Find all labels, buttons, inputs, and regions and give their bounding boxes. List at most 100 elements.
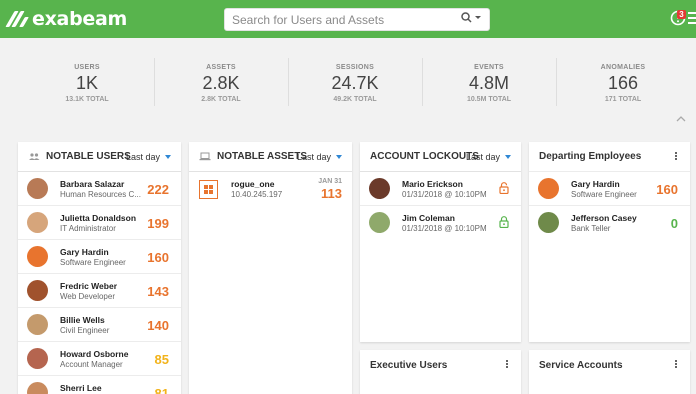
avatar [538,178,559,199]
card-header: Executive Users [360,350,521,380]
user-title: Software Engineer [571,190,637,199]
search-icon [461,12,472,23]
risk-score: 85 [154,352,169,367]
user-row[interactable]: Fredric Weber Web Developer 143 [18,274,181,308]
user-name: Sherri Lee [60,383,102,393]
more-options-icon[interactable] [506,360,509,370]
user-row[interactable]: Julietta Donaldson IT Administrator 199 [18,206,181,240]
menu-icon[interactable] [688,12,696,24]
notable-users-card: NOTABLE USERS Last day Barbara Salazar H… [18,142,181,394]
avatar [27,212,48,233]
user-title: IT Administrator [60,224,116,233]
stat-total: 2.8K TOTAL [201,96,241,103]
stat-total: 13.1K TOTAL [65,96,109,103]
logo[interactable]: exabeam [5,8,127,30]
user-row[interactable]: Billie Wells Civil Engineer 140 [18,308,181,342]
caret-down-icon [505,155,511,159]
card-header: ACCOUNT LOCKOUTS Last day [360,142,521,172]
card-title: Departing Employees [539,151,642,162]
user-title: Account Manager [60,360,123,369]
stat-label: ASSETS [206,64,236,71]
card-title: ACCOUNT LOCKOUTS [370,151,479,162]
caret-down-icon [165,155,171,159]
user-row[interactable]: Sherri Lee 81 [18,376,181,394]
user-name: Howard Osborne [60,349,129,359]
stat-total: 49.2K TOTAL [333,96,377,103]
users-icon [29,152,40,160]
risk-score: 81 [154,386,169,394]
user-title: Software Engineer [60,258,126,267]
avatar [27,314,48,335]
notable-assets-card: NOTABLE ASSETS Last day rogue_one 10.40.… [189,142,352,394]
stat-events[interactable]: EVENTS 4.8M 10.5M TOTAL [422,64,556,103]
user-row[interactable]: Gary Hardin Software Engineer 160 [18,240,181,274]
unlock-icon[interactable] [499,182,509,194]
risk-score: 199 [147,216,169,231]
top-bar: exabeam 3 [0,0,696,38]
time-range-dropdown[interactable]: Last day [466,152,511,162]
time-range-label: Last day [125,152,160,162]
user-row[interactable]: Barbara Salazar Human Resources C... 222 [18,172,181,206]
logo-mark-icon [5,10,29,28]
avatar [27,246,48,267]
executive-users-card: Executive Users [360,350,521,394]
risk-score: 160 [147,250,169,265]
avatar [538,212,559,233]
asset-row[interactable]: rogue_one 10.40.245.197 JAN 31 113 [189,172,352,206]
avatar [27,382,48,394]
user-row[interactable]: Howard Osborne Account Manager 85 [18,342,181,376]
laptop-icon [199,152,211,161]
user-row[interactable]: Jefferson Casey Bank Teller 0 [529,206,690,240]
lockout-time: 01/31/2018 @ 10:10PM [402,224,487,233]
more-options-icon[interactable] [675,152,678,162]
time-range-label: Last day [465,152,500,162]
risk-score: 0 [670,216,678,231]
stat-value: 1K [75,73,99,93]
user-name: Gary Hardin [60,247,109,257]
lock-icon[interactable] [499,216,509,228]
lockout-row[interactable]: Mario Erickson 01/31/2018 @ 10:10PM [360,172,521,206]
collapse-chevron-up-icon[interactable] [676,116,686,122]
stat-sessions[interactable]: SESSIONS 24.7K 49.2K TOTAL [288,64,422,103]
search-button[interactable] [461,12,482,23]
stat-total: 171 TOTAL [604,96,642,103]
user-name: Billie Wells [60,315,105,325]
user-row[interactable]: Gary Hardin Software Engineer 160 [529,172,690,206]
user-title: Human Resources C... [60,190,141,199]
card-header: NOTABLE USERS Last day [18,142,181,172]
stat-anomalies[interactable]: ANOMALIES 166 171 TOTAL [556,64,690,103]
stats-bar: USERS 1K 13.1K TOTAL ASSETS 2.8K 2.8K TO… [0,38,696,134]
user-name: Mario Erickson [402,179,463,189]
departing-employees-card: Departing Employees Gary Hardin Software… [529,142,690,342]
more-options-icon[interactable] [675,360,678,370]
card-header: Service Accounts [529,350,690,380]
user-name: Fredric Weber [60,281,118,291]
user-name: Gary Hardin [571,179,620,189]
stat-label: SESSIONS [335,64,375,71]
stat-value: 166 [607,73,639,93]
card-title: Executive Users [370,359,448,371]
avatar [27,280,48,301]
risk-score: 160 [656,182,678,197]
time-range-dropdown[interactable]: Last day [297,152,342,162]
stat-users[interactable]: USERS 1K 13.1K TOTAL [20,64,154,103]
user-name: Jefferson Casey [571,213,637,223]
lockout-row[interactable]: Jim Coleman 01/31/2018 @ 10:10PM [360,206,521,240]
stat-label: ANOMALIES [600,64,646,71]
card-title: NOTABLE USERS [46,151,131,162]
stat-assets[interactable]: ASSETS 2.8K 2.8K TOTAL [154,64,288,103]
stat-label: EVENTS [474,64,504,71]
caret-down-icon [336,155,342,159]
user-title: Bank Teller [571,224,611,233]
asset-ip: 10.40.245.197 [231,190,283,199]
user-name: Barbara Salazar [60,179,125,189]
risk-score: 113 [321,186,342,201]
time-range-dropdown[interactable]: Last day [126,152,171,162]
asset-date: JAN 31 [318,178,342,185]
card-header: Departing Employees [529,142,690,172]
chevron-down-icon [475,15,481,19]
avatar [27,178,48,199]
card-title: NOTABLE ASSETS [217,151,308,162]
search-input[interactable] [225,9,455,30]
asset-name: rogue_one [231,179,275,189]
